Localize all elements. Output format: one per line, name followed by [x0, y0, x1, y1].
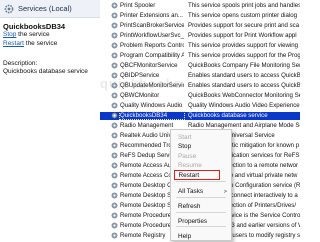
watermark: quickbooks	[100, 76, 183, 91]
service-description: This service spools print jobs and handl…	[188, 2, 300, 10]
submenu-arrow-icon: >	[223, 188, 227, 195]
service-row-selected[interactable]: QuickbooksDB34 Quickbooks database servic…	[100, 111, 300, 121]
service-row[interactable]: PrintWorkflowUserSvc_8149f Provides suppo…	[100, 32, 300, 41]
service-name: Print Spooler	[120, 2, 156, 10]
service-gear-icon	[111, 192, 118, 199]
service-row[interactable]: Print Spooler This service spools print j…	[100, 2, 300, 11]
service-row[interactable]: PrintScanBrokerService Provides support f…	[100, 22, 300, 31]
service-gear-icon	[111, 162, 118, 169]
context-menu-separator	[176, 226, 226, 228]
stop-service-suffix: the service	[16, 31, 50, 38]
context-menu-item-label: Resume	[178, 161, 202, 169]
service-gear-icon	[111, 222, 118, 229]
restart-service-link[interactable]: Restart	[3, 40, 24, 47]
service-name: Problem Reports Control Pa...	[120, 42, 184, 50]
service-gear-icon	[111, 182, 118, 189]
service-gear-icon	[111, 152, 118, 159]
service-row[interactable]: QBCFMonitorService QuickBooks Company Fil…	[100, 62, 300, 71]
context-menu-item-all-tasks[interactable]: All Tasks >	[171, 187, 231, 197]
service-name: Printer Extensions an...	[120, 12, 183, 20]
panel-title: Services (Local)	[18, 4, 72, 13]
context-menu-item-label: Properties	[178, 217, 208, 225]
service-gear-icon	[111, 122, 118, 129]
context-menu-item-label: Help	[178, 233, 192, 241]
service-name: Program Compatibility Assis...	[120, 52, 184, 60]
service-gear-icon	[111, 32, 118, 39]
context-menu-item-label: Restart	[178, 172, 200, 180]
service-description: This service opens custom printer dialog	[188, 12, 298, 20]
service-name: PrintWorkflowUserSvc_8149f	[120, 32, 184, 40]
service-gear-icon	[111, 22, 118, 29]
services-gear-icon	[4, 4, 14, 13]
context-menu-item-label: Pause	[178, 152, 197, 160]
context-menu-separator	[176, 197, 226, 199]
service-description: QuickBooks Company File Monitoring Ser	[188, 62, 300, 70]
description-text: Quickbooks database service	[3, 68, 88, 75]
context-menu-item-label: Stop	[178, 143, 192, 151]
service-gear-icon	[111, 212, 118, 219]
stop-service-link[interactable]: Stop	[3, 31, 16, 38]
service-gear-icon	[111, 12, 118, 19]
service-description: This service provides support for the Pr…	[188, 52, 300, 60]
service-gear-icon	[111, 112, 118, 119]
service-description: This service provides support for viewin…	[188, 42, 299, 50]
service-details-panel: Services (Local) QuickbooksDB34 Stop the…	[0, 0, 100, 242]
context-menu-separator	[176, 211, 226, 213]
service-name: QBCFMonitorService	[120, 62, 178, 70]
service-gear-icon	[111, 142, 118, 149]
service-gear-icon	[111, 172, 118, 179]
context-menu-item-restart[interactable]: Restart	[174, 170, 220, 181]
service-description: Provides support for secure print and sc…	[188, 22, 300, 30]
context-menu-item-label: Refresh	[178, 203, 201, 211]
service-description: Provides support for Print Workflow appl	[188, 32, 297, 40]
context-menu-item-label: Start	[178, 133, 192, 141]
service-gear-icon	[111, 132, 118, 139]
context-menu: Start Stop Pause Resume Restart All Tasks > Ref…	[170, 129, 232, 241]
restart-service-suffix: the service	[23, 39, 58, 47]
service-gear-icon	[111, 42, 118, 49]
context-menu-separator	[176, 180, 226, 182]
service-actions: Stop the service Restart the service	[3, 31, 57, 48]
service-name: QuickbooksDB34	[119, 111, 185, 121]
service-row[interactable]: Printer Extensions an... This service ope…	[100, 12, 300, 21]
service-row[interactable]: Program Compatibility Assis... This servi…	[100, 52, 300, 61]
service-name: Quality Windows Audio Vid...	[120, 102, 184, 110]
context-menu-item-label: All Tasks	[178, 187, 204, 195]
service-gear-icon	[111, 102, 118, 109]
service-gear-icon	[111, 202, 118, 209]
service-row[interactable]: Quality Windows Audio Vid... Quality Wind…	[100, 102, 300, 111]
service-description: Quickbooks database service	[188, 112, 268, 120]
service-gear-icon	[111, 2, 118, 9]
panel-header: Services (Local)	[0, 0, 100, 18]
service-name: PrintScanBrokerService	[120, 22, 184, 30]
selected-service-name: QuickbooksDB34	[3, 22, 66, 31]
service-row[interactable]: Problem Reports Control Pa... This servic…	[100, 42, 300, 51]
service-gear-icon	[111, 232, 118, 239]
description-label: Description:	[3, 60, 38, 67]
service-description: Quality Windows Audio Video Experience (	[188, 102, 300, 110]
context-menu-item-help[interactable]: Help	[171, 232, 231, 242]
service-gear-icon	[111, 62, 118, 69]
service-gear-icon	[111, 52, 118, 59]
